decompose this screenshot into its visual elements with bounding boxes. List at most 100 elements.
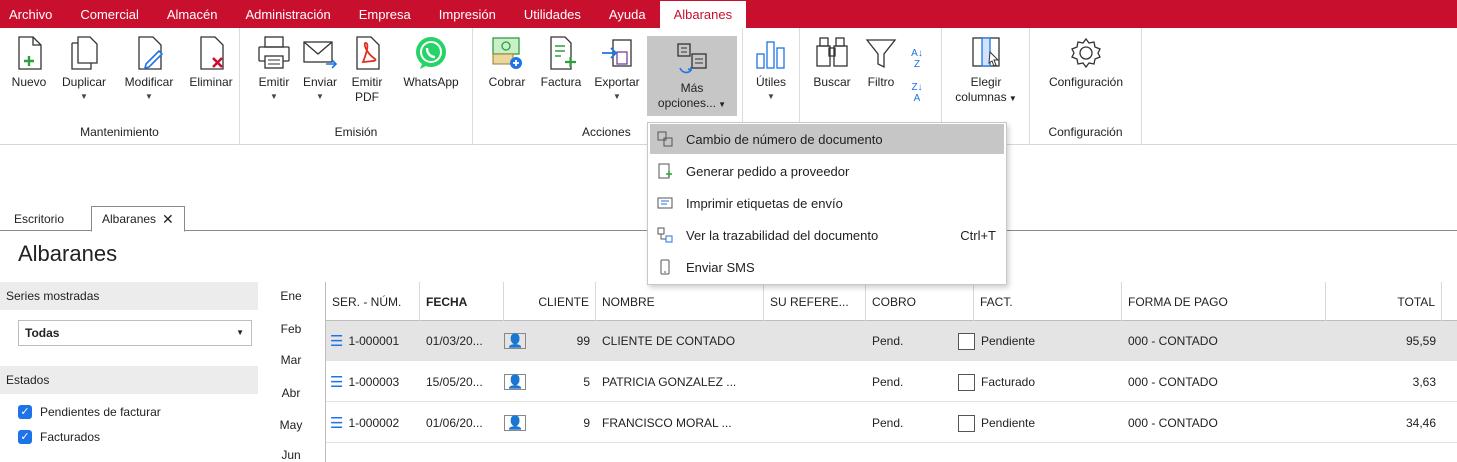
row-cobro: Pend. [872,375,904,389]
chevron-down-icon: ▼ [145,92,153,101]
col-header-fecha[interactable]: FECHA [420,282,504,321]
month-item[interactable]: Jun [264,448,318,462]
document-icon: ☰ [330,333,344,350]
check-icon: ✓ [18,430,32,444]
row-cobro: Pend. [872,334,904,348]
menu-impresion[interactable]: Impresión [425,0,510,28]
row-nombre: FRANCISCO MORAL ... [602,416,732,430]
menu-item-label: Enviar SMS [686,259,755,275]
modificar-button[interactable]: Modificar ▼ [115,34,183,102]
row-doc-cell: ☰ 1-000002 [330,403,399,443]
col-header-fact[interactable]: FACT. [974,282,1122,321]
series-select[interactable]: Todas ▼ [18,320,252,346]
menu-item-cambio-numero[interactable]: Cambio de número de documento [650,124,1004,154]
month-item[interactable]: Ene [264,289,318,303]
col-header-total[interactable]: TOTAL [1326,282,1442,321]
document-icon: ☰ [330,415,344,432]
sort-asc-button[interactable]: A↓ Z [904,48,930,70]
group-configuracion: Configuración Configuración [1030,28,1142,145]
row-num: 1-000001 [348,334,400,348]
month-item[interactable]: Abr [264,386,318,400]
month-item[interactable]: May [264,418,318,432]
document-icon: ☰ [330,374,344,391]
duplicar-label: Duplicar [61,75,106,89]
tab-albaranes-label: Albaranes [102,212,157,226]
fact-checkbox[interactable] [958,332,975,350]
col-header-cliente[interactable]: CLIENTE [504,282,596,321]
elegir-columnas-button[interactable]: Elegir columnas ▼ [950,34,1022,106]
menu-archivo[interactable]: Archivo [0,0,66,28]
col-header-su-referencia[interactable]: SU REFERE... [764,282,866,321]
exportar-button[interactable]: Exportar ▼ [589,34,645,102]
configuracion-button[interactable]: Configuración [1038,34,1134,90]
row-forma: 000 - CONTADO [1128,334,1218,348]
month-item[interactable]: Mar [264,353,318,367]
mas-opciones-menu: Cambio de número de documento Generar pe… [647,122,1007,285]
col-header-cobro[interactable]: COBRO [866,282,974,321]
row-total: 95,59 [1405,334,1436,348]
sort-descending-icon: Z↓ A [911,82,923,104]
binoculars-icon [816,37,848,67]
menu-almacen[interactable]: Almacén [153,0,232,28]
filtro-button[interactable]: Filtro [860,34,902,90]
whatsapp-button[interactable]: WhatsApp [393,34,469,90]
table-row[interactable]: ☰ 1-000003 15/05/20... 👤 5 PATRICIA GONZA… [326,362,1457,402]
menu-albaranes[interactable]: Albaranes [659,1,747,28]
menu-item-trazabilidad[interactable]: Ver la trazabilidad del documento Ctrl+T [650,220,1004,250]
row-doc-cell: ☰ 1-000001 [330,321,399,361]
series-select-value: Todas [25,326,60,340]
menu-ayuda[interactable]: Ayuda [595,0,660,28]
cobrar-button[interactable]: Cobrar [481,34,533,90]
menu-utilidades[interactable]: Utilidades [510,0,595,28]
row-total: 34,46 [1405,416,1436,430]
utiles-button[interactable]: Útiles ▼ [749,34,793,102]
estado-pendientes-checkbox[interactable]: ✓ Pendientes de facturar [18,405,161,419]
table-row[interactable]: ☰ 1-000002 01/06/20... 👤 9 FRANCISCO MORA… [326,403,1457,443]
cash-icon [492,37,522,69]
row-cliente: 9 [583,416,590,430]
emitir-pdf-button[interactable]: Emitir PDF [344,34,390,105]
estado-facturados-checkbox[interactable]: ✓ Facturados [18,430,100,444]
col-header-ser-num[interactable]: SER. - NÚM. [326,282,420,321]
duplicar-button[interactable]: Duplicar ▼ [55,34,113,102]
group-label-mantenimiento: Mantenimiento [80,125,159,139]
eliminar-button[interactable]: Eliminar [184,34,238,90]
menu-item-label: Cambio de número de documento [686,131,883,147]
menu-item-generar-pedido[interactable]: Generar pedido a proveedor [650,156,1004,186]
sort-desc-button[interactable]: Z↓ A [904,82,930,104]
elegir-columnas-label-2: columnas [955,90,1007,104]
row-fact-label: Facturado [981,375,1036,389]
tab-escritorio[interactable]: Escritorio [4,206,74,231]
close-icon[interactable]: ✕ [162,211,174,228]
menu-administracion[interactable]: Administración [231,0,344,28]
menu-item-enviar-sms[interactable]: Enviar SMS [650,252,1004,282]
table-row[interactable]: ☰ 1-000001 01/03/20... 👤 99 CLIENTE DE CO… [326,321,1457,361]
row-nombre: CLIENTE DE CONTADO [602,334,736,348]
factura-button[interactable]: Factura [535,34,587,90]
chevron-down-icon: ▼ [613,92,621,101]
nuevo-button[interactable]: Nuevo [4,34,54,90]
emitir-pdf-label-1: Emitir [351,75,383,89]
nuevo-label: Nuevo [11,75,47,89]
month-item[interactable]: Feb [264,322,318,336]
mas-opciones-button[interactable]: Más opciones... ▼ [647,36,737,116]
check-icon: ✓ [18,405,32,419]
menu-item-label: Imprimir etiquetas de envío [686,195,843,211]
menu-comercial[interactable]: Comercial [66,0,153,28]
enviar-button[interactable]: Enviar ▼ [298,34,342,102]
menu-empresa[interactable]: Empresa [345,0,425,28]
chevron-down-icon: ▼ [236,328,244,337]
col-header-forma-pago[interactable]: FORMA DE PAGO [1122,282,1326,321]
col-header-nombre[interactable]: NOMBRE [596,282,764,321]
tab-albaranes[interactable]: Albaranes ✕ [91,206,185,232]
buscar-button[interactable]: Buscar [808,34,856,90]
fact-checkbox[interactable] [958,414,975,432]
eliminar-label: Eliminar [189,75,233,89]
menu-item-imprimir-etiquetas[interactable]: Imprimir etiquetas de envío [650,188,1004,218]
invoice-add-icon [550,36,576,70]
fact-checkbox[interactable] [958,373,975,391]
group-label-configuracion: Configuración [1048,125,1123,139]
grid-header: SER. - NÚM. FECHA CLIENTE NOMBRE SU REFE… [326,282,1457,321]
chevron-down-icon: ▼ [270,92,278,101]
emitir-button[interactable]: Emitir ▼ [254,34,294,102]
